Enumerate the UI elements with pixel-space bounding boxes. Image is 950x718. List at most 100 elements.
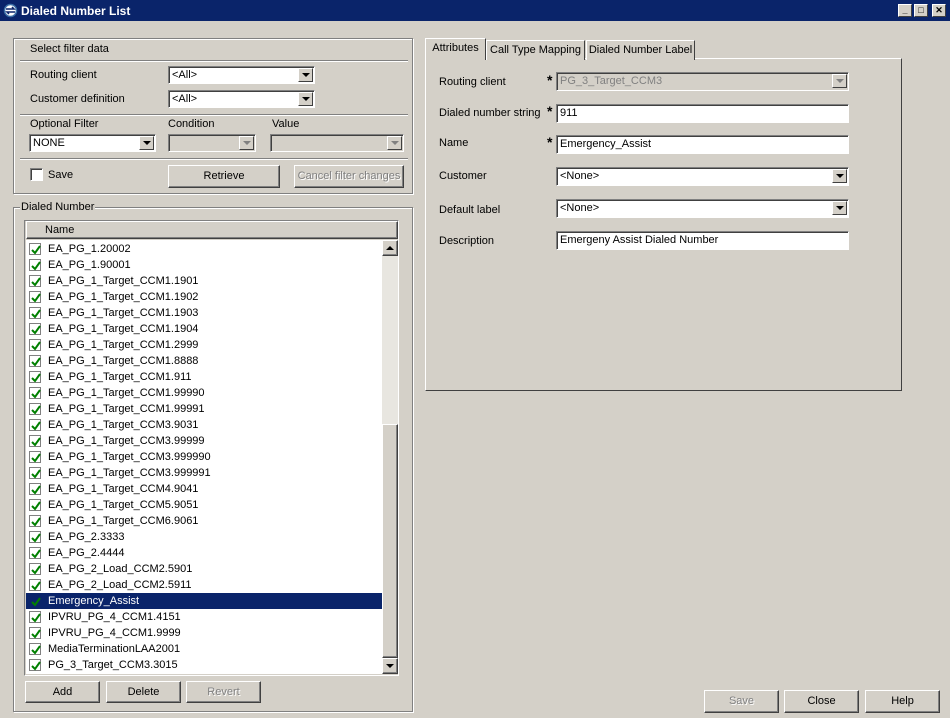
list-item[interactable]: Emergency_Assist	[26, 593, 382, 609]
divider	[20, 114, 408, 116]
routing-client-label: Routing client	[439, 76, 506, 88]
app-icon	[3, 3, 18, 18]
default-label-dropdown[interactable]: <None>	[556, 199, 849, 218]
list-item[interactable]: EA_PG_2_Load_CCM2.5911	[26, 577, 382, 593]
filter-group-label: Select filter data	[30, 43, 109, 55]
arrow-down-icon	[386, 664, 394, 668]
list-item-label: EA_PG_1_Target_CCM1.99990	[48, 387, 205, 399]
delete-button[interactable]: Delete	[106, 681, 181, 703]
name-label: Name	[439, 137, 469, 149]
list-body[interactable]: EA_PG_1.20002 EA_PG_1.90001 EA_PG_1_Target…	[26, 240, 382, 674]
revert-button[interactable]: Revert	[186, 681, 261, 703]
list-item[interactable]: EA_PG_1_Target_CCM1.1902	[26, 289, 382, 305]
scroll-up-button[interactable]	[382, 240, 398, 256]
list-item-label: EA_PG_1_Target_CCM1.99991	[48, 403, 205, 415]
optional-filter-dropdown[interactable]: NONE	[29, 134, 156, 152]
value-dropdown[interactable]	[270, 134, 404, 152]
help-button[interactable]: Help	[865, 690, 940, 713]
list-item[interactable]: EA_PG_1_Target_CCM1.1903	[26, 305, 382, 321]
cancel-filter-changes-button[interactable]: Cancel filter changes	[294, 165, 404, 188]
list-item[interactable]: EA_PG_1_Target_CCM5.9051	[26, 497, 382, 513]
customer-definition-label: Customer definition	[30, 93, 125, 105]
description-value: Emergeny Assist Dialed Number	[560, 234, 719, 246]
chevron-down-icon[interactable]	[832, 169, 847, 183]
chevron-down-icon[interactable]	[832, 201, 847, 215]
tab-call-type-mapping[interactable]: Call Type Mapping	[486, 40, 585, 60]
list-item[interactable]: EA_PG_2.4444	[26, 545, 382, 561]
routing-client-dropdown[interactable]: PG_3_Target_CCM3	[556, 72, 849, 91]
routing-client-filter-dropdown[interactable]: <All>	[168, 66, 315, 84]
list-item[interactable]: IPVRU_PG_4_CCM1.4151	[26, 609, 382, 625]
add-button[interactable]: Add	[25, 681, 100, 703]
tab-attributes[interactable]: Attributes	[425, 38, 486, 60]
list-item[interactable]: EA_PG_1_Target_CCM3.999990	[26, 449, 382, 465]
dialed-number-string-input[interactable]: 911	[556, 104, 849, 123]
title-bar[interactable]: Dialed Number List _ □ ✕	[0, 0, 950, 21]
chevron-down-icon[interactable]	[832, 74, 847, 88]
list-item[interactable]: EA_PG_2.3333	[26, 529, 382, 545]
list-item[interactable]: EA_PG_1_Target_CCM1.99990	[26, 385, 382, 401]
name-column-header[interactable]: Name	[26, 221, 398, 239]
list-item-label: EA_PG_2_Load_CCM2.5911	[48, 579, 192, 591]
list-item[interactable]: IPVRU_PG_4_CCM1.9999	[26, 625, 382, 641]
list-item[interactable]: MediaTerminationLAA2001	[26, 641, 382, 657]
list-item[interactable]: PG_3_Target_CCM3.3015	[26, 657, 382, 673]
list-item-label: EA_PG_1_Target_CCM1.1902	[48, 291, 199, 303]
chevron-down-icon[interactable]	[139, 136, 154, 150]
retrieve-button[interactable]: Retrieve	[168, 165, 280, 188]
list-item-label: EA_PG_1_Target_CCM1.1903	[48, 307, 199, 319]
list-item[interactable]: EA_PG_1.90001	[26, 257, 382, 273]
chevron-down-icon[interactable]	[239, 136, 254, 150]
list-item[interactable]: EA_PG_1_Target_CCM3.99999	[26, 433, 382, 449]
list-item[interactable]: EA_PG_1_Target_CCM3.9031	[26, 417, 382, 433]
checkmark-icon	[29, 403, 41, 415]
close-button[interactable]: Close	[784, 690, 859, 713]
close-window-button[interactable]: ✕	[932, 4, 946, 17]
checkmark-icon	[29, 627, 41, 639]
name-input[interactable]: Emergency_Assist	[556, 135, 849, 154]
save-filter-checkbox[interactable]	[30, 168, 43, 181]
list-item[interactable]: EA_PG_1_Target_CCM6.9061	[26, 513, 382, 529]
revert-button-label: Revert	[207, 686, 240, 698]
maximize-button[interactable]: □	[914, 4, 928, 17]
list-item[interactable]: EA_PG_1_Target_CCM1.911	[26, 369, 382, 385]
list-item[interactable]: EA_PG_2_Load_CCM2.5901	[26, 561, 382, 577]
checkmark-icon	[29, 531, 41, 543]
list-item[interactable]: EA_PG_1_Target_CCM4.9041	[26, 481, 382, 497]
dialed-number-string-value: 911	[560, 107, 578, 119]
checkmark-icon	[29, 563, 41, 575]
list-item-label: EA_PG_1_Target_CCM5.9051	[48, 499, 199, 511]
tab-attributes-label: Attributes	[432, 42, 479, 54]
save-button[interactable]: Save	[704, 690, 779, 713]
list-item[interactable]: EA_PG_1_Target_CCM1.1901	[26, 273, 382, 289]
chevron-down-icon[interactable]	[298, 92, 313, 106]
tab-dialed-number-label-label: Dialed Number Label	[588, 44, 693, 56]
chevron-down-icon[interactable]	[387, 136, 402, 150]
list-item[interactable]: EA_PG_1_Target_CCM1.8888	[26, 353, 382, 369]
condition-label: Condition	[168, 118, 215, 130]
minimize-button[interactable]: _	[898, 4, 912, 17]
checkmark-icon	[29, 419, 41, 431]
scroll-thumb[interactable]	[382, 424, 398, 658]
customer-dropdown[interactable]: <None>	[556, 167, 849, 186]
list-item[interactable]: EA_PG_1_Target_CCM3.999991	[26, 465, 382, 481]
save-filter-label: Save	[48, 169, 74, 181]
checkmark-icon	[29, 323, 41, 335]
scrollbar[interactable]	[382, 240, 398, 674]
chevron-down-icon[interactable]	[298, 68, 313, 82]
description-input[interactable]: Emergeny Assist Dialed Number	[556, 231, 849, 250]
delete-button-label: Delete	[127, 686, 160, 698]
scroll-down-button[interactable]	[382, 658, 398, 674]
checkmark-icon	[29, 659, 41, 671]
list-item[interactable]: EA_PG_1_Target_CCM1.1904	[26, 321, 382, 337]
list-item-label: IPVRU_PG_4_CCM1.4151	[48, 611, 181, 623]
customer-definition-dropdown[interactable]: <All>	[168, 90, 315, 108]
tab-dialed-number-label[interactable]: Dialed Number Label	[586, 40, 695, 60]
tab-call-type-mapping-label: Call Type Mapping	[490, 44, 581, 56]
list-item-label: PG_3_Target_CCM3.3015	[48, 659, 178, 671]
list-item[interactable]: EA_PG_1_Target_CCM1.2999	[26, 337, 382, 353]
checkmark-icon	[29, 259, 41, 271]
list-item[interactable]: EA_PG_1_Target_CCM1.99991	[26, 401, 382, 417]
condition-dropdown[interactable]	[168, 134, 256, 152]
list-item[interactable]: EA_PG_1.20002	[26, 241, 382, 257]
